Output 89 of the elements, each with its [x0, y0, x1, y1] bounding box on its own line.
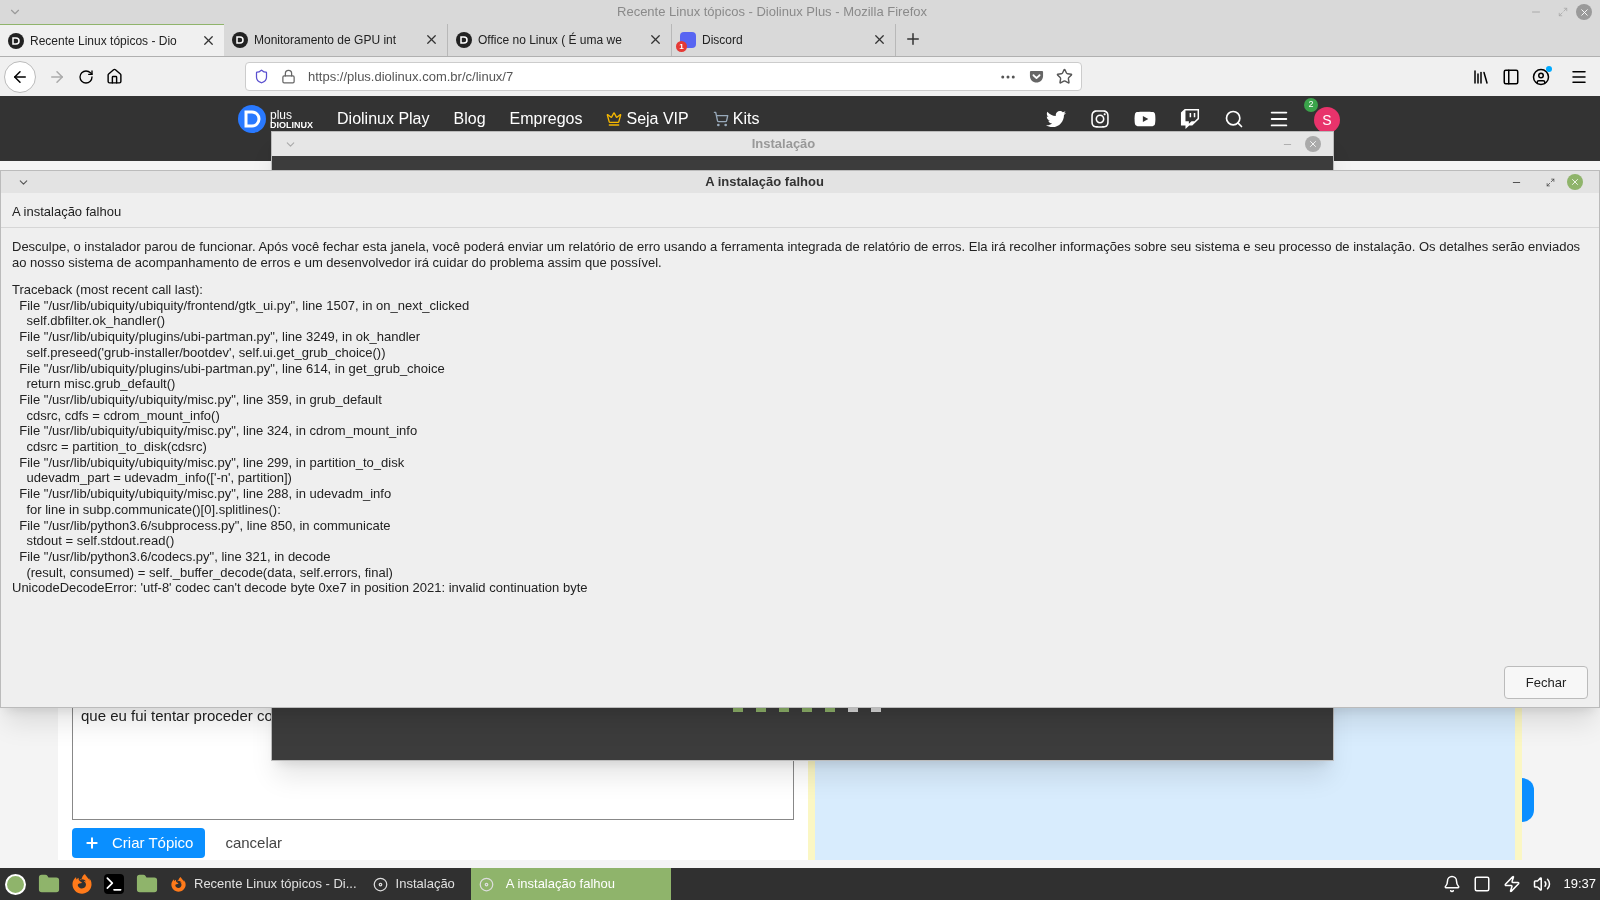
site-favicon-icon — [232, 31, 248, 48]
firefox-icon — [171, 876, 186, 892]
error-message: Desculpe, o instalador parou de funcionar. Após você fechar esta janela, você poderá enviar um relatório de erro usando a ferramenta integrada de relatório de erros. Ela irá recolher informações sobre seu sistema e seu processo de instalação. Os detalhes serão enviados ao nosso sistema de acompanhamento de erros e um desenvolvedor irá cuidar do problema assim que possível. — [11, 238, 1582, 271]
disc-icon — [478, 876, 494, 892]
cart-icon — [712, 111, 729, 127]
window-title: Recente Linux tópicos - Diolinux Plus - Mozilla Firefox — [617, 3, 927, 22]
instagram-icon[interactable] — [1090, 109, 1110, 129]
tab-title: Monitoramento de GPU int — [254, 31, 397, 49]
avatar[interactable]: S — [1314, 107, 1340, 133]
clock[interactable]: 19:37 — [1563, 874, 1596, 894]
power-icon[interactable] — [1503, 875, 1522, 893]
traceback-line: self.preseed('grub-installer/bootdev', self.ui.get_grub_choice()) — [25, 344, 387, 361]
nav-link[interactable]: Blog — [453, 108, 486, 130]
browser-tab[interactable]: Recente Linux tópicos - Dio — [0, 23, 224, 56]
close-tab-icon[interactable] — [201, 33, 216, 48]
site-favicon-icon — [456, 31, 472, 48]
browser-tab[interactable]: Office no Linux ( É uma we — [448, 23, 672, 56]
home-icon[interactable] — [106, 68, 123, 85]
site-favicon-icon — [8, 32, 24, 49]
terminal-icon[interactable] — [104, 874, 124, 894]
cancel-link[interactable]: cancelar — [225, 831, 283, 855]
traceback-line: File "/usr/lib/python3.6/subprocess.py", line 850, in communicate — [18, 517, 392, 534]
volume-icon[interactable] — [1533, 875, 1552, 893]
bookmark-star-icon[interactable] — [1056, 68, 1073, 85]
traceback-line: return misc.grub_default() — [25, 376, 177, 392]
address-bar[interactable]: https://plus.diolinux.com.br/c/linux/7 — [245, 62, 1082, 91]
dialog-heading: A instalação falhou — [12, 204, 122, 219]
firefox-launcher-icon[interactable] — [72, 874, 92, 894]
close-icon[interactable] — [1576, 4, 1592, 20]
lock-icon — [281, 69, 296, 84]
account-icon[interactable] — [1532, 67, 1550, 86]
folder-icon[interactable] — [136, 873, 158, 895]
nav-link[interactable]: Kits — [712, 108, 760, 130]
library-icon[interactable] — [1472, 67, 1490, 86]
close-button[interactable]: Fechar — [1504, 666, 1588, 699]
browser-tab[interactable]: Monitoramento de GPU int — [224, 23, 448, 56]
traceback-line: self.dbfilter.ok_handler() — [25, 313, 167, 330]
menu-logo-icon[interactable] — [5, 873, 26, 895]
traceback-line: File "/usr/lib/python3.6/codecs.py", line 321, in decode — [18, 548, 332, 565]
traceback-line: cdsrc, cdfs = cdrom_mount_info() — [25, 407, 221, 424]
logo-text: plus — [270, 108, 293, 121]
notification-badge: 2 — [1304, 98, 1318, 112]
back-button[interactable] — [4, 60, 36, 93]
floating-button[interactable] — [1522, 778, 1534, 822]
taskbar-window-button[interactable]: Instalação — [364, 868, 463, 900]
browser-tab[interactable]: 1 Discord — [672, 23, 896, 56]
nav-link[interactable]: Empregos — [509, 108, 583, 130]
plus-icon — [84, 835, 100, 851]
close-tab-icon[interactable] — [872, 32, 887, 47]
close-tab-icon[interactable] — [424, 32, 439, 47]
crown-icon — [606, 111, 623, 127]
close-tab-icon[interactable] — [648, 32, 663, 47]
reload-icon[interactable] — [78, 68, 94, 85]
traceback-line: File "/usr/lib/ubiquity/ubiquity/frontend/gtk_ui.py", line 1507, in on_next_clicked — [18, 297, 471, 314]
logo-icon — [238, 105, 266, 133]
twitter-icon[interactable] — [1046, 109, 1066, 129]
traceback-line: cdsrc = partition_to_disk(cdsrc) — [25, 439, 208, 455]
desktop-icon[interactable] — [38, 873, 60, 895]
nav-link[interactable]: Diolinux Play — [337, 108, 430, 130]
traceback-line: for line in subp.communicate()[0].splitlines(): — [25, 501, 282, 518]
tab-title: Discord — [702, 31, 743, 49]
taskbar-window-button[interactable]: Recente Linux tópicos - Di... — [163, 868, 365, 900]
traceback-line: File "/usr/lib/ubiquity/plugins/ubi-partman.py", line 614, in get_grub_choice — [18, 360, 446, 377]
tab-title: Office no Linux ( É uma we — [478, 31, 622, 49]
traceback-line: File "/usr/lib/ubiquity/ubiquity/misc.py", line 359, in grub_default — [18, 391, 383, 408]
shield-icon — [254, 69, 269, 84]
traceback-line: File "/usr/lib/ubiquity/ubiquity/misc.py", line 288, in udevadm_info — [18, 486, 393, 502]
nav-link[interactable]: Seja VIP — [606, 108, 689, 130]
sidebar-icon[interactable] — [1502, 67, 1520, 86]
traceback-line: (result, consumed) = self._buffer_decode(data, self.errors, final) — [25, 564, 394, 581]
pocket-icon[interactable] — [1029, 69, 1044, 84]
twitch-icon[interactable] — [1180, 109, 1200, 129]
traceback-line: Traceback (most recent call last): — [12, 282, 204, 298]
traceback-line: File "/usr/lib/ubiquity/ubiquity/misc.py", line 324, in cdrom_mount_info — [18, 423, 419, 440]
url-text: https://plus.diolinux.com.br/c/linux/7 — [308, 67, 515, 86]
traceback-line: udevadm_part = udevadm_info(['-n', partition]) — [25, 470, 293, 487]
notification-icon[interactable] — [1443, 875, 1462, 893]
traceback-line: File "/usr/lib/ubiquity/plugins/ubi-partman.py", line 3249, in ok_handler — [18, 329, 422, 345]
maximize-icon[interactable] — [1546, 177, 1555, 187]
disc-icon — [372, 876, 388, 892]
traceback-line: File "/usr/lib/ubiquity/ubiquity/misc.py", line 299, in partition_to_disk — [18, 454, 406, 471]
search-icon[interactable] — [1224, 109, 1244, 129]
traceback-line: UnicodeDecodeError: 'utf-8' codec can't decode byte 0xe7 in position 2021: invalid continuation byte — [12, 580, 589, 597]
traceback-line: stdout = self.stdout.read() — [25, 533, 176, 549]
unread-badge: 1 — [676, 40, 687, 52]
window-title: Instalação — [751, 135, 816, 154]
tab-title: Recente Linux tópicos - Dio — [30, 32, 177, 50]
new-tab-icon[interactable] — [904, 30, 922, 48]
window-title: A instalação falhou — [705, 173, 824, 192]
